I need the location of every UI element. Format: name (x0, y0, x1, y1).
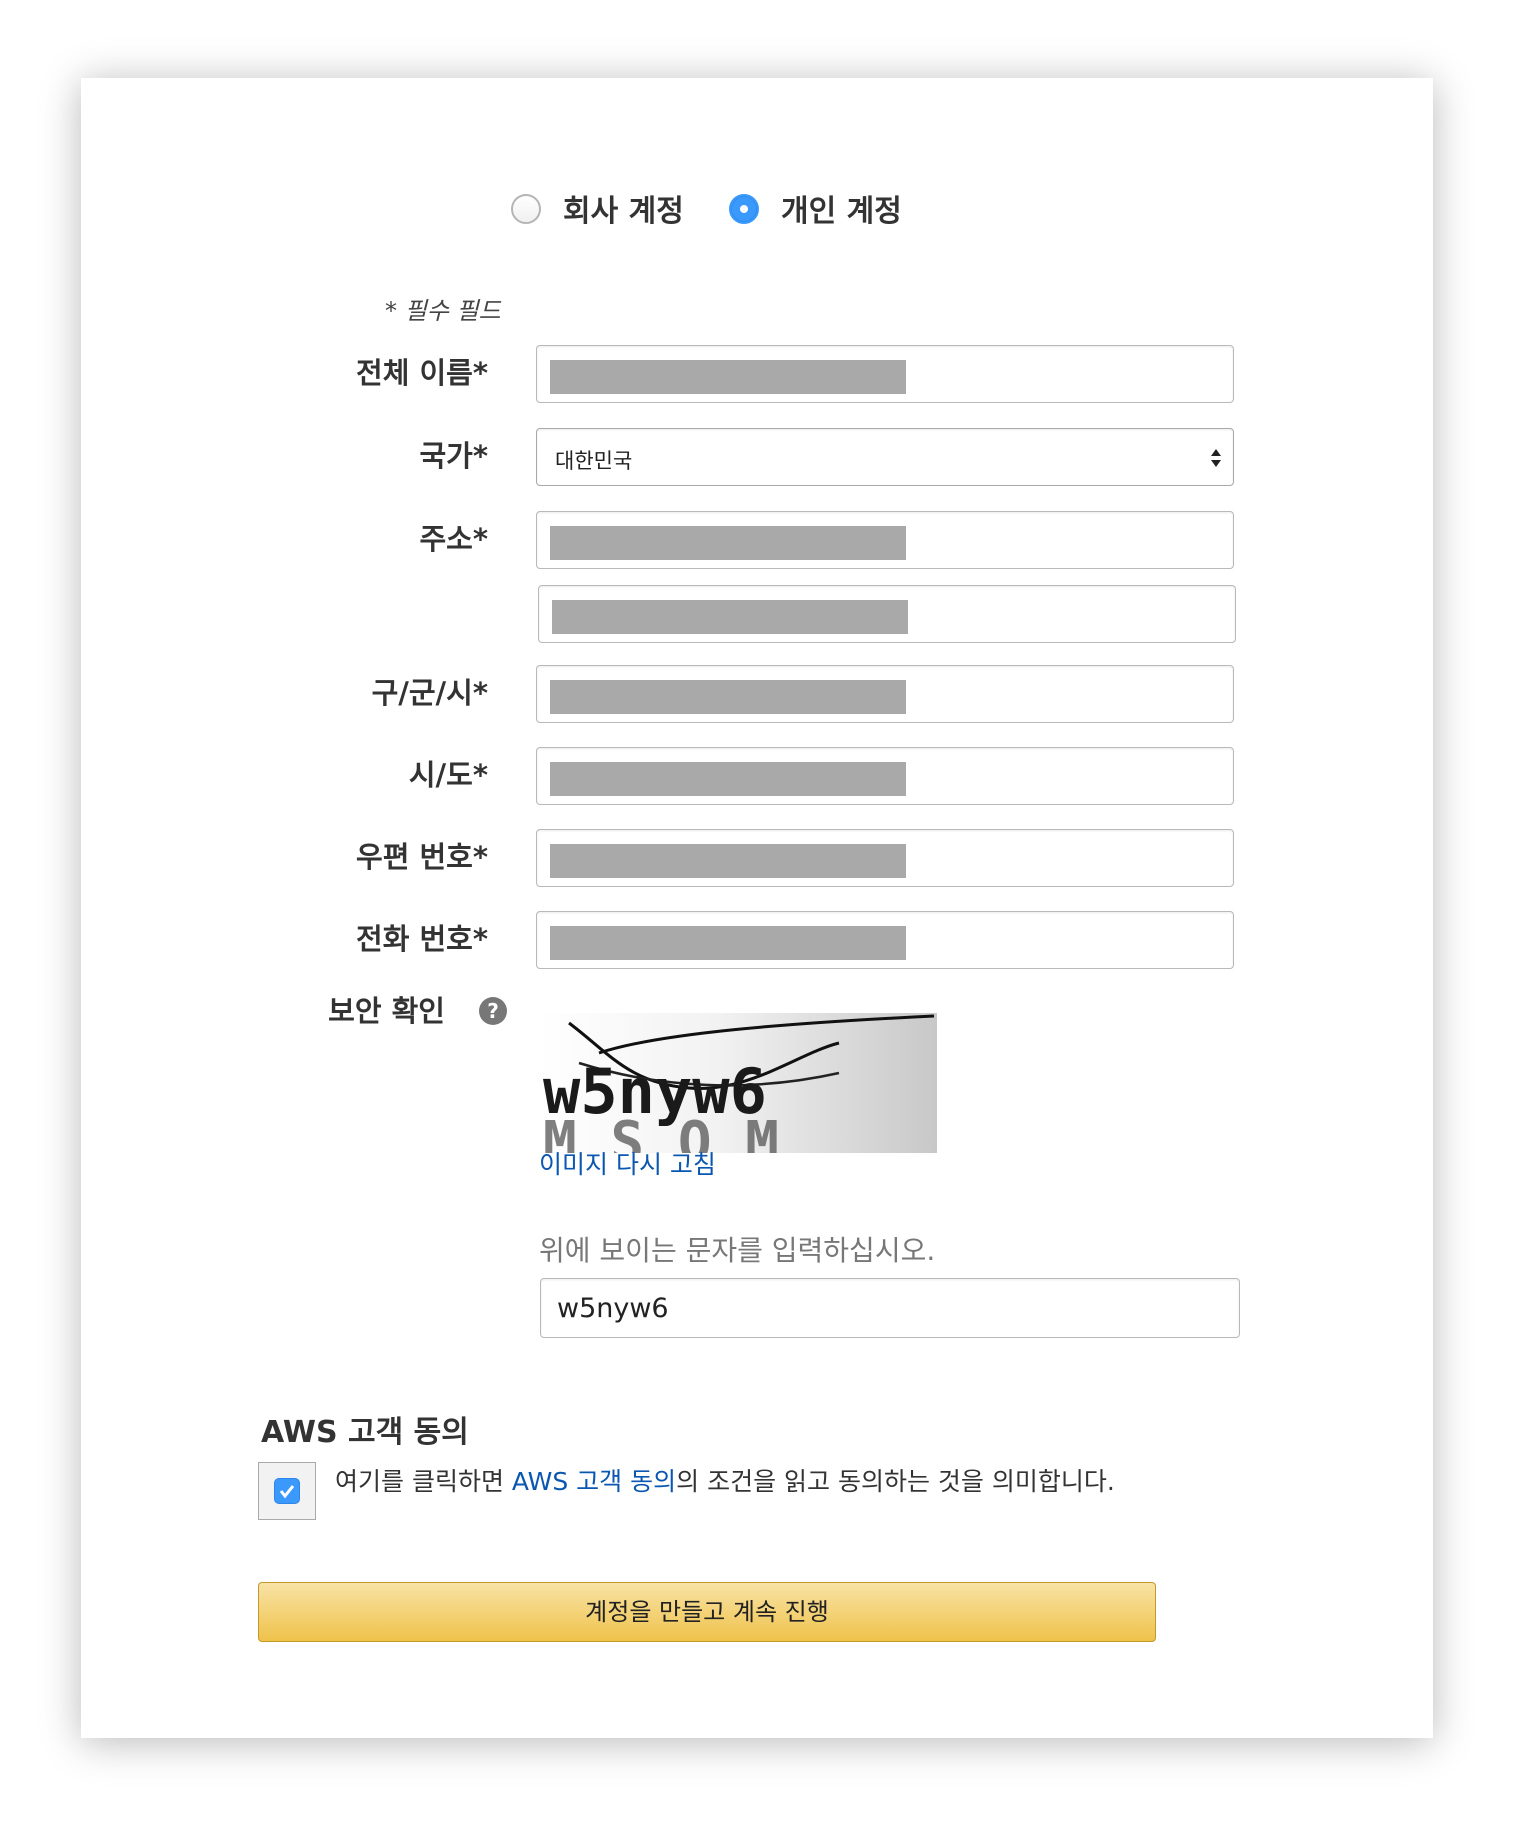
address-label: 주소* (419, 522, 488, 556)
postal-code-input[interactable] (536, 829, 1234, 887)
redacted-value (550, 926, 906, 960)
agreement-text-before: 여기를 클릭하면 (335, 1467, 512, 1496)
phone-label: 전화 번호* (356, 922, 488, 956)
country-selected-value: 대한민국 (555, 449, 633, 473)
radio-company-account[interactable] (511, 194, 541, 224)
signup-form-card: 회사 계정 개인 계정 * 필수 필드 전체 이름* 국가* 대한민국 주소* … (81, 78, 1433, 1738)
city-label: 구/군/시* (371, 676, 488, 710)
address-line2-input[interactable] (538, 585, 1236, 643)
captcha-image: w5nyw6 M S O M (539, 1013, 937, 1153)
radio-personal-label[interactable]: 개인 계정 (781, 186, 902, 230)
postal-code-label: 우편 번호* (356, 840, 488, 874)
agreement-text: 여기를 클릭하면 AWS 고객 동의의 조건을 읽고 동의하는 것을 의미합니다… (335, 1462, 1115, 1498)
radio-personal-account[interactable] (729, 194, 759, 224)
create-account-button[interactable]: 계정을 만들고 계속 진행 (258, 1582, 1156, 1642)
full-name-input[interactable] (536, 345, 1234, 403)
refresh-captcha-link[interactable]: 이미지 다시 고침 (539, 1145, 716, 1181)
state-label: 시/도* (408, 758, 488, 792)
agreement-checkbox[interactable] (258, 1462, 316, 1520)
state-input[interactable] (536, 747, 1234, 805)
radio-company-label[interactable]: 회사 계정 (563, 186, 684, 230)
required-fields-note: * 필수 필드 (385, 297, 501, 325)
redacted-value (550, 680, 906, 714)
select-arrows-icon (1211, 449, 1221, 467)
redacted-value (550, 844, 906, 878)
agreement-text-after: 의 조건을 읽고 동의하는 것을 의미합니다. (676, 1467, 1115, 1496)
captcha-hint: 위에 보이는 문자를 입력하십시오. (539, 1234, 936, 1267)
checkmark-icon (279, 1485, 295, 1499)
redacted-value (552, 600, 908, 634)
country-select[interactable]: 대한민국 (536, 428, 1234, 486)
redacted-value (550, 360, 906, 394)
city-input[interactable] (536, 665, 1234, 723)
captcha-input-value: w5nyw6 (557, 1293, 669, 1324)
country-label: 국가* (419, 439, 488, 473)
full-name-label: 전체 이름* (356, 356, 488, 390)
security-check-label: 보안 확인 (328, 994, 445, 1028)
checkbox-checked-indicator (274, 1478, 300, 1504)
agreement-link[interactable]: AWS 고객 동의 (512, 1467, 676, 1496)
help-icon[interactable]: ? (479, 997, 507, 1025)
agreement-title: AWS 고객 동의 (261, 1415, 469, 1450)
redacted-value (550, 762, 906, 796)
phone-input[interactable] (536, 911, 1234, 969)
captcha-input[interactable]: w5nyw6 (540, 1278, 1240, 1338)
address-line1-input[interactable] (536, 511, 1234, 569)
redacted-value (550, 526, 906, 560)
